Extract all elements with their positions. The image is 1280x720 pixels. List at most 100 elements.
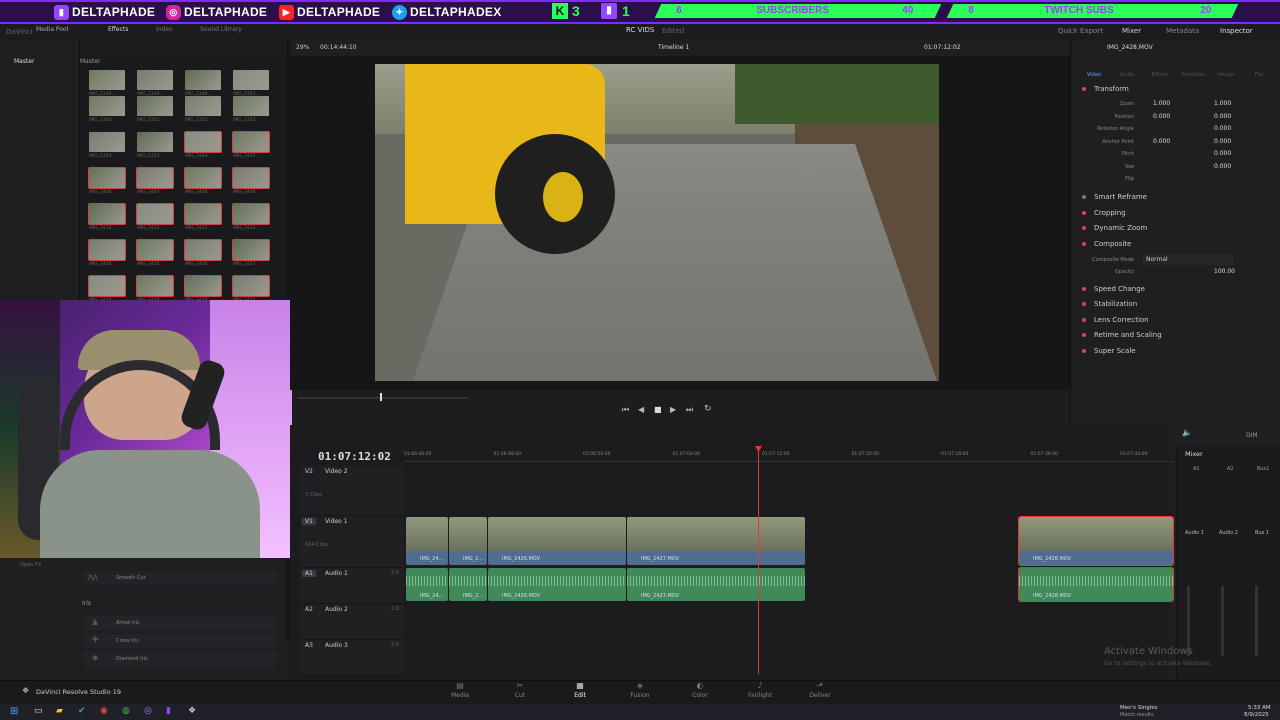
cross-iris-row[interactable]: ✚ Cross Iris — [84, 634, 276, 648]
inspector-tab-video[interactable]: Video — [1082, 72, 1106, 78]
page-tab-fairlight[interactable]: ♪ Fairlight — [735, 681, 785, 699]
clip-thumbnail[interactable] — [88, 167, 126, 189]
track-id[interactable]: V2 — [302, 468, 316, 475]
dim-button[interactable]: DIM — [1246, 432, 1258, 439]
resolve-taskbar-icon[interactable]: ❖ — [188, 706, 196, 716]
opacity-field[interactable]: 100.00 — [1214, 268, 1235, 275]
loop-icon[interactable]: ↻ — [704, 404, 712, 414]
clip-thumbnail[interactable] — [185, 96, 221, 116]
skip-back-icon[interactable]: ⏮ — [622, 405, 629, 415]
inspector-section-stabilization[interactable]: Stabilization — [1076, 297, 1272, 311]
open-fx-item[interactable]: Open FX — [20, 562, 41, 568]
page-tab-cut[interactable]: ✂ Cut — [495, 681, 545, 699]
clip-thumbnail[interactable] — [136, 275, 174, 297]
position-y-field[interactable]: 0.000 — [1214, 113, 1231, 120]
play-icon[interactable]: ▶ — [670, 405, 676, 414]
media-pool-tab[interactable]: Media Pool — [36, 26, 68, 33]
inspector-section-smart-reframe[interactable]: Smart Reframe — [1076, 190, 1272, 204]
clip-thumbnail[interactable] — [136, 167, 174, 189]
rotation-field[interactable]: 0.000 — [1214, 125, 1231, 132]
zoom-y-field[interactable]: 1.000 — [1214, 100, 1231, 107]
play-reverse-icon[interactable]: ◀ — [638, 405, 644, 414]
bin-master[interactable]: Master — [14, 58, 35, 65]
inspector-section-composite[interactable]: Composite — [1076, 237, 1272, 251]
clip-thumbnail[interactable] — [137, 70, 173, 90]
clip-thumbnail[interactable] — [88, 203, 126, 225]
twitch-taskbar-icon[interactable]: ▮ — [166, 706, 171, 716]
page-tab-deliver[interactable]: ⬏ Deliver — [795, 681, 845, 699]
clip-thumbnail[interactable] — [184, 167, 222, 189]
clip-thumbnail[interactable] — [137, 96, 173, 116]
clip-thumbnail[interactable] — [89, 70, 125, 90]
inspector-tab-audio[interactable]: Audio — [1115, 72, 1139, 78]
clip-thumbnail[interactable] — [232, 167, 270, 189]
track-id[interactable]: V1 — [302, 518, 316, 525]
clip-thumbnail[interactable] — [232, 275, 270, 297]
clip-thumbnail[interactable] — [232, 131, 270, 153]
inspector-section-speed-change[interactable]: Speed Change — [1076, 282, 1272, 296]
sound-library-tab[interactable]: Sound Library — [200, 26, 242, 33]
anchor-y-field[interactable]: 0.000 — [1214, 138, 1231, 145]
zoom-level[interactable]: 29% — [296, 44, 309, 51]
jog-bar[interactable] — [298, 397, 468, 399]
iris-section-header[interactable]: Iris — [82, 600, 91, 607]
clip-thumbnail[interactable] — [232, 239, 270, 261]
clip-thumbnail[interactable] — [88, 239, 126, 261]
inspector-section-super-scale[interactable]: Super Scale — [1076, 344, 1272, 358]
inspector-section-cropping[interactable]: Cropping — [1076, 206, 1272, 220]
clip-thumbnail[interactable] — [233, 70, 269, 90]
clip-thumbnail[interactable] — [184, 203, 222, 225]
clip-thumbnail[interactable] — [137, 132, 173, 152]
quick-export-button[interactable]: Quick Export — [1058, 27, 1103, 35]
effects-tab[interactable]: Effects — [108, 26, 128, 33]
inspector-section-lens-correction[interactable]: Lens Correction — [1076, 313, 1272, 327]
inspector-tab-transition[interactable]: Transition — [1181, 72, 1205, 78]
diamond-iris-row[interactable]: ◆ Diamond Iris — [84, 652, 276, 666]
inspector-tab-image[interactable]: Image — [1214, 72, 1238, 78]
inspector-tab-file[interactable]: File — [1247, 72, 1271, 78]
news-widget-title[interactable]: Men's Singles — [1120, 705, 1158, 711]
anchor-x-field[interactable]: 0.000 — [1153, 138, 1170, 145]
volume-icon[interactable]: 🔈 — [1182, 428, 1192, 437]
chrome-icon[interactable]: ◍ — [122, 706, 130, 716]
page-tab-media[interactable]: ▤ Media — [435, 681, 485, 699]
taskbar-search-icon[interactable]: ▭ — [34, 706, 43, 716]
smooth-cut-row[interactable]: ⋀⋀ Smooth Cut — [84, 572, 276, 584]
inspector-section-transform[interactable]: Transform — [1076, 82, 1272, 96]
windows-start-icon[interactable]: ⊞ — [10, 706, 18, 717]
clip-thumbnail[interactable] — [89, 96, 125, 116]
timeline-ruler[interactable]: 01:06:40:00 01:06:48:00 01:06:56:00 01:07:0… — [404, 448, 1174, 462]
metadata-button[interactable]: Metadata — [1166, 27, 1199, 35]
page-tab-fusion[interactable]: ◈ Fusion — [615, 681, 665, 699]
clip-thumbnail[interactable] — [136, 239, 174, 261]
clip-thumbnail[interactable] — [88, 275, 126, 297]
playhead[interactable] — [758, 446, 759, 674]
yaw-field[interactable]: 0.000 — [1214, 163, 1231, 170]
track-id[interactable]: A1 — [302, 570, 316, 577]
timeline-selector[interactable]: Timeline 1 — [658, 44, 689, 51]
fader-bus1[interactable] — [1255, 586, 1258, 656]
inspector-section-retime-and-scaling[interactable]: Retime and Scaling — [1076, 328, 1272, 342]
app-icon[interactable]: ✔ — [78, 706, 86, 716]
skip-forward-icon[interactable]: ⏭ — [686, 405, 693, 415]
track-id[interactable]: A3 — [302, 642, 316, 649]
file-explorer-icon[interactable]: ▰ — [56, 706, 63, 716]
clip-thumbnail[interactable] — [185, 70, 221, 90]
position-x-field[interactable]: 0.000 — [1153, 113, 1170, 120]
composite-mode-select[interactable]: Normal — [1142, 254, 1234, 265]
stop-icon[interactable]: ■ — [654, 405, 662, 414]
clip-thumbnail[interactable] — [136, 203, 174, 225]
inspector-section-dynamic-zoom[interactable]: Dynamic Zoom — [1076, 221, 1272, 235]
track-id[interactable]: A2 — [302, 606, 316, 613]
mixer-button[interactable]: Mixer — [1122, 27, 1141, 35]
clip-thumbnail[interactable] — [184, 131, 222, 153]
clip-thumbnail[interactable] — [233, 96, 269, 116]
index-tab[interactable]: Index — [156, 26, 173, 33]
page-tab-color[interactable]: ◐ Color — [675, 681, 725, 699]
page-tab-edit[interactable]: ▦ Edit — [555, 681, 605, 699]
clip-thumbnail[interactable] — [184, 275, 222, 297]
clip-thumbnail[interactable] — [184, 239, 222, 261]
inspector-button[interactable]: Inspector — [1220, 27, 1253, 35]
opera-icon[interactable]: ◉ — [100, 706, 108, 716]
inspector-tab-effects[interactable]: Effects — [1148, 72, 1172, 78]
